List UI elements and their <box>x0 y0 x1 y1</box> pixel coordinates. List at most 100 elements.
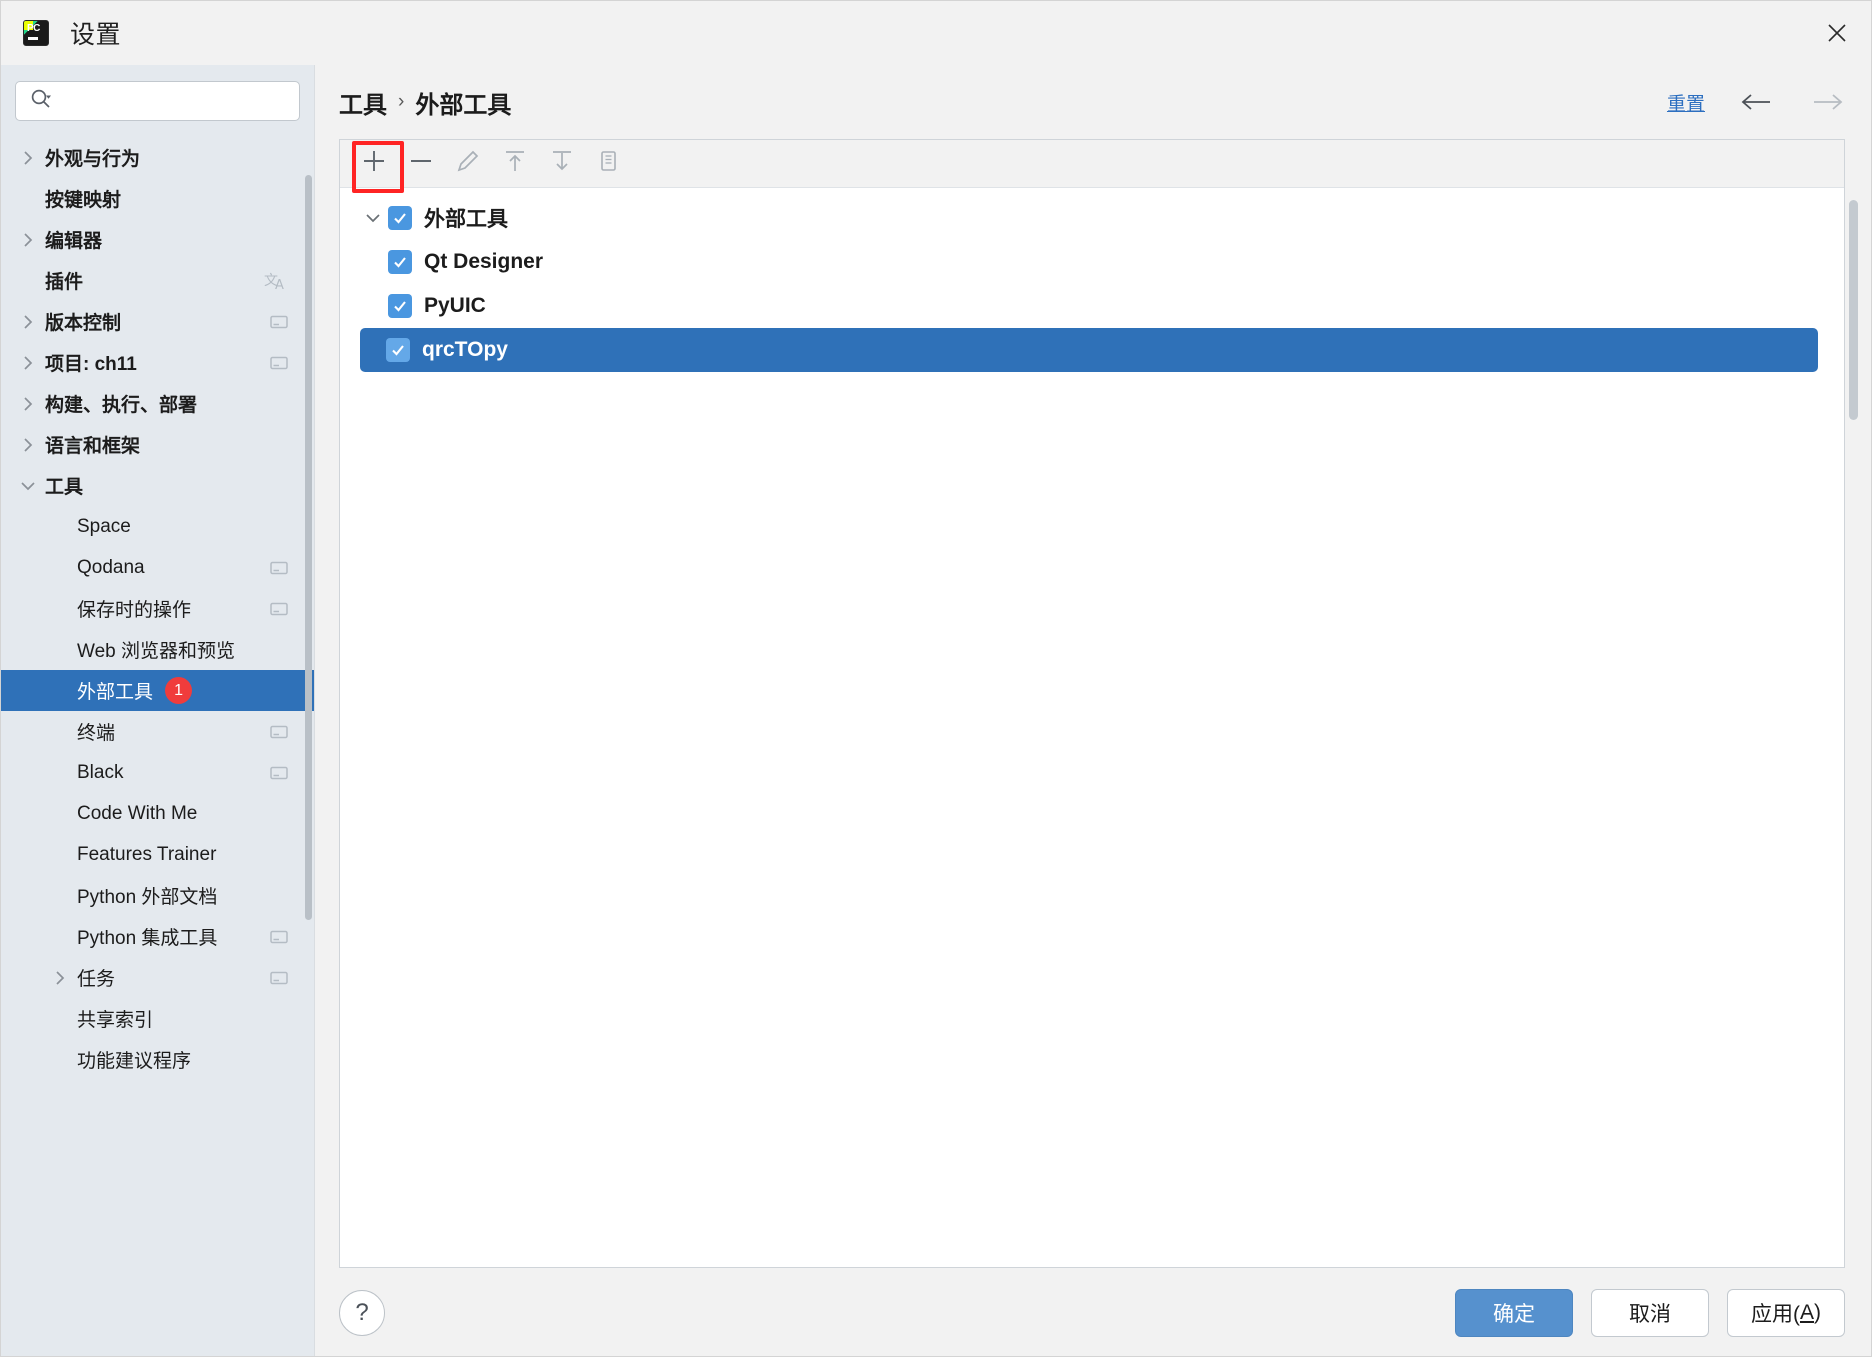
search-input[interactable] <box>60 92 289 110</box>
breadcrumb-current: 外部工具 <box>415 91 512 119</box>
sidebar-item-label: 外部工具 <box>77 682 154 703</box>
arrow-right-icon[interactable] <box>1809 91 1845 113</box>
sidebar-item-8[interactable]: 工具 <box>1 465 314 506</box>
help-button[interactable]: ? <box>339 1289 385 1336</box>
sidebar-item-6[interactable]: 构建、执行、部署 <box>1 383 314 424</box>
breadcrumb: 工具 › 外部工具 <box>339 85 511 120</box>
sidebar-item-3[interactable]: 插件 文 A <box>1 260 314 301</box>
ok-button[interactable]: 确定 <box>1455 1288 1573 1337</box>
chevron-right-icon[interactable] <box>47 970 73 986</box>
sidebar-item-label: 构建、执行、部署 <box>45 395 198 416</box>
close-icon[interactable] <box>1803 1 1871 65</box>
tool-row[interactable]: PyUIC <box>342 284 1842 328</box>
apply-button[interactable]: 应用(A) <box>1727 1288 1845 1337</box>
cancel-button[interactable]: 取消 <box>1591 1288 1709 1337</box>
tool-label: 外部工具 <box>424 208 508 231</box>
remove-button[interactable] <box>397 144 444 184</box>
sidebar-item-0[interactable]: 外观与行为 <box>1 137 314 178</box>
external-tools-panel: 外部工具 Qt Designer PyUIC qrcTOpy <box>339 139 1858 1268</box>
sidebar-item-label: 插件 <box>45 272 84 293</box>
sidebar-item-17[interactable]: Features Trainer <box>1 834 314 875</box>
sidebar-item-19[interactable]: Python 集成工具 <box>1 916 314 957</box>
tool-checkbox[interactable] <box>388 294 412 318</box>
tool-checkbox[interactable] <box>388 206 412 230</box>
project-scope-icon <box>270 724 288 740</box>
sidebar-item-4[interactable]: 版本控制 <box>1 301 314 342</box>
sidebar-item-22[interactable]: 功能建议程序 <box>1 1039 314 1080</box>
sidebar-item-label: 编辑器 <box>45 231 103 252</box>
sidebar-item-1[interactable]: 按键映射 <box>1 178 314 219</box>
settings-sidebar: 外观与行为按键映射编辑器插件 文 A 版本控制项目: ch11 构建、执行、部署 语言和框… <box>1 65 315 1356</box>
tool-row[interactable]: qrcTOpy <box>360 328 1818 372</box>
external-tools-list[interactable]: 外部工具 Qt Designer PyUIC qrcTOpy <box>340 188 1844 1267</box>
chevron-right-icon[interactable] <box>15 232 41 248</box>
sidebar-item-11[interactable]: 保存时的操作 <box>1 588 314 629</box>
sidebar-item-label: Code With Me <box>77 802 198 824</box>
arrow-up-icon <box>502 148 528 179</box>
help-icon: ? <box>355 1298 369 1326</box>
sidebar-item-label: 版本控制 <box>45 313 122 334</box>
pycharm-icon: PC <box>23 20 49 46</box>
tool-row[interactable]: 外部工具 <box>342 196 1842 240</box>
sidebar-item-label: Python 集成工具 <box>77 928 218 949</box>
panel-scrollbar[interactable] <box>1849 200 1858 420</box>
sidebar-item-label: 保存时的操作 <box>77 600 192 621</box>
arrow-left-icon[interactable] <box>1739 91 1775 113</box>
tool-checkbox[interactable] <box>388 250 412 274</box>
move-up-button[interactable] <box>491 144 538 184</box>
sidebar-item-20[interactable]: 任务 <box>1 957 314 998</box>
sidebar-item-2[interactable]: 编辑器 <box>1 219 314 260</box>
tool-label: Qt Designer <box>424 250 544 273</box>
move-down-button[interactable] <box>538 144 585 184</box>
edit-button[interactable] <box>444 144 491 184</box>
settings-dialog: PC 设置 外观与行为 按键映射 编辑器 插件 文 A 版本控制 项目: ch1… <box>0 0 1872 1357</box>
tool-checkbox[interactable] <box>386 338 410 362</box>
copy-button[interactable] <box>585 144 632 184</box>
chevron-right-icon[interactable] <box>15 314 41 330</box>
chevron-right-icon[interactable] <box>15 150 41 166</box>
chevron-right-icon[interactable] <box>15 355 41 371</box>
sidebar-item-16[interactable]: Code With Me <box>1 793 314 834</box>
sidebar-item-14[interactable]: 终端 <box>1 711 314 752</box>
sidebar-item-label: 工具 <box>45 477 84 498</box>
apply-suffix: ) <box>1814 1300 1821 1324</box>
tool-row[interactable]: Qt Designer <box>342 240 1842 284</box>
sidebar-item-label: Space <box>77 515 131 537</box>
translate-icon: 文A <box>264 269 288 293</box>
project-scope-icon <box>270 601 288 617</box>
minus-icon <box>408 148 434 179</box>
project-scope-icon <box>270 929 288 945</box>
sidebar-item-7[interactable]: 语言和框架 <box>1 424 314 465</box>
sidebar-item-5[interactable]: 项目: ch11 <box>1 342 314 383</box>
chevron-right-icon[interactable] <box>15 396 41 412</box>
search-icon <box>30 88 52 115</box>
add-button[interactable] <box>350 140 404 193</box>
sidebar-item-12[interactable]: Web 浏览器和预览 <box>1 629 314 670</box>
arrow-down-icon <box>549 148 575 179</box>
sidebar-item-9[interactable]: Space <box>1 506 314 547</box>
sidebar-item-label: 任务 <box>77 969 116 990</box>
sidebar-item-badge: 1 <box>165 677 193 704</box>
sidebar-item-label: Black <box>77 761 124 783</box>
svg-text:A: A <box>275 278 284 293</box>
sidebar-tree[interactable]: 外观与行为按键映射编辑器插件 文 A 版本控制项目: ch11 构建、执行、部署 语言和框… <box>1 131 314 1356</box>
sidebar-item-label: 语言和框架 <box>45 436 141 457</box>
search-box[interactable] <box>15 81 300 121</box>
sidebar-item-10[interactable]: Qodana <box>1 547 314 588</box>
sidebar-item-13[interactable]: 外部工具 1 <box>1 670 314 711</box>
breadcrumb-parent[interactable]: 工具 <box>339 85 387 120</box>
chevron-down-icon[interactable] <box>358 210 388 226</box>
sidebar-item-15[interactable]: Black <box>1 752 314 793</box>
reset-link[interactable]: 重置 <box>1667 89 1705 116</box>
chevron-right-icon[interactable] <box>15 437 41 453</box>
sidebar-item-21[interactable]: 共享索引 <box>1 998 314 1039</box>
tool-label: PyUIC <box>424 294 486 317</box>
sidebar-scrollbar[interactable] <box>305 175 312 920</box>
main-header: 工具 › 外部工具 重置 <box>315 65 1871 139</box>
chevron-down-icon[interactable] <box>15 478 41 494</box>
sidebar-item-label: 按键映射 <box>45 190 122 211</box>
sidebar-item-18[interactable]: Python 外部文档 <box>1 875 314 916</box>
copy-icon <box>596 148 622 179</box>
sidebar-item-label: 项目: ch11 <box>45 354 137 375</box>
dialog-footer: ? 确定 取消 应用(A) <box>315 1268 1871 1356</box>
